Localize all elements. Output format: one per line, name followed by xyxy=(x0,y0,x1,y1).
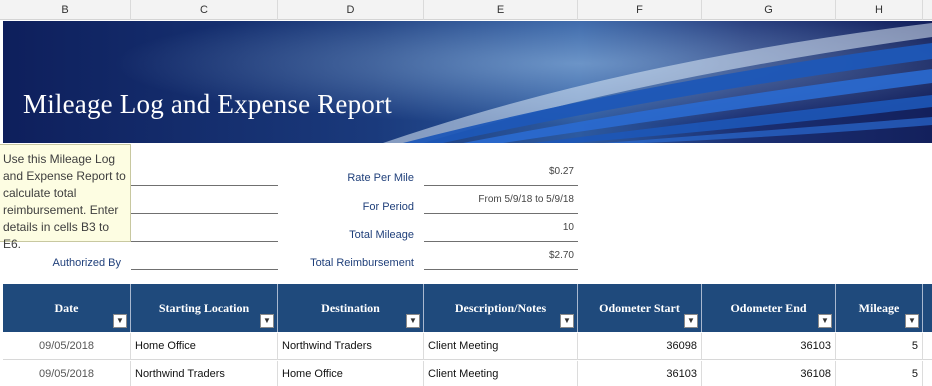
manager-field-underline[interactable] xyxy=(131,241,278,242)
column-header-g[interactable]: G xyxy=(702,0,836,20)
header-odometer-start-label: Odometer Start xyxy=(599,301,680,315)
header-mileage[interactable]: Mileage ▼ xyxy=(836,284,923,332)
total-mileage-label: Total Mileage xyxy=(349,229,414,241)
column-header-c[interactable]: C xyxy=(131,0,278,20)
column-header-e[interactable]: E xyxy=(424,0,578,20)
table-row: 09/05/2018 Northwind Traders Home Office… xyxy=(3,361,932,386)
header-odometer-end[interactable]: Odometer End ▼ xyxy=(702,284,836,332)
header-destination[interactable]: Destination ▼ xyxy=(278,284,424,332)
mileage-table-header: Date ▼ Starting Location ▼ Destination ▼… xyxy=(3,284,932,332)
column-header-bar: B C D E F G H xyxy=(0,0,932,20)
for-period-underline xyxy=(424,213,578,214)
header-date[interactable]: Date ▼ xyxy=(3,284,131,332)
report-title: Mileage Log and Expense Report xyxy=(23,89,392,119)
odometer-start-cell[interactable]: 36098 xyxy=(578,333,702,360)
filter-dropdown-icon[interactable]: ▼ xyxy=(560,314,574,328)
total-mileage-underline xyxy=(424,241,578,242)
department-field-underline[interactable] xyxy=(131,213,278,214)
header-starting-location[interactable]: Starting Location ▼ xyxy=(131,284,278,332)
header-odometer-end-label: Odometer End xyxy=(730,301,807,315)
total-reimbursement-underline xyxy=(424,269,578,270)
column-header-b[interactable]: B xyxy=(0,0,131,20)
column-header-h[interactable]: H xyxy=(836,0,923,20)
mileage-cell[interactable]: 5 xyxy=(836,361,923,386)
authorized-by-field-underline[interactable] xyxy=(131,269,278,270)
description-cell[interactable]: Client Meeting xyxy=(424,333,578,360)
rate-per-mile-value[interactable]: $0.27 xyxy=(424,166,574,177)
date-cell[interactable]: 09/05/2018 xyxy=(3,333,131,360)
total-reimbursement-label: Total Reimbursement xyxy=(310,257,414,269)
header-odometer-start[interactable]: Odometer Start ▼ xyxy=(578,284,702,332)
total-reimbursement-value[interactable]: $2.70 xyxy=(424,250,574,261)
filter-dropdown-icon[interactable]: ▼ xyxy=(406,314,420,328)
description-cell[interactable]: Client Meeting xyxy=(424,361,578,386)
odometer-end-cell[interactable]: 36103 xyxy=(702,333,836,360)
total-mileage-value[interactable]: 10 xyxy=(424,222,574,233)
filter-dropdown-icon[interactable]: ▼ xyxy=(684,314,698,328)
rate-per-mile-label: Rate Per Mile xyxy=(347,172,414,184)
odometer-start-cell[interactable]: 36103 xyxy=(578,361,702,386)
mileage-cell[interactable]: 5 xyxy=(836,333,923,360)
header-date-label: Date xyxy=(54,301,79,315)
filter-dropdown-icon[interactable]: ▼ xyxy=(905,314,919,328)
rate-per-mile-underline xyxy=(424,185,578,186)
title-banner: Mileage Log and Expense Report xyxy=(3,21,932,143)
odometer-end-cell[interactable]: 36108 xyxy=(702,361,836,386)
filter-dropdown-icon[interactable]: ▼ xyxy=(818,314,832,328)
destination-cell[interactable]: Home Office xyxy=(278,361,424,386)
header-description-notes[interactable]: Description/Notes ▼ xyxy=(424,284,578,332)
filter-dropdown-icon[interactable]: ▼ xyxy=(113,314,127,328)
destination-cell[interactable]: Northwind Traders xyxy=(278,333,424,360)
column-header-d[interactable]: D xyxy=(278,0,424,20)
column-header-f[interactable]: F xyxy=(578,0,702,20)
date-cell[interactable]: 09/05/2018 xyxy=(3,361,131,386)
banner-swoosh-graphic xyxy=(3,21,932,143)
header-destination-label: Destination xyxy=(321,301,380,315)
authorized-by-label: Authorized By xyxy=(52,257,121,269)
starting-location-cell[interactable]: Northwind Traders xyxy=(131,361,278,386)
for-period-label: For Period xyxy=(362,201,414,213)
instruction-comment-note: Use this Mileage Log and Expense Report … xyxy=(0,144,131,251)
header-starting-location-label: Starting Location xyxy=(158,301,250,315)
table-row: 09/05/2018 Home Office Northwind Traders… xyxy=(3,333,932,360)
filter-dropdown-icon[interactable]: ▼ xyxy=(260,314,274,328)
header-description-notes-label: Description/Notes xyxy=(454,301,547,315)
starting-location-cell[interactable]: Home Office xyxy=(131,333,278,360)
for-period-value[interactable]: From 5/9/18 to 5/9/18 xyxy=(424,194,574,205)
name-field-underline[interactable] xyxy=(131,185,278,186)
